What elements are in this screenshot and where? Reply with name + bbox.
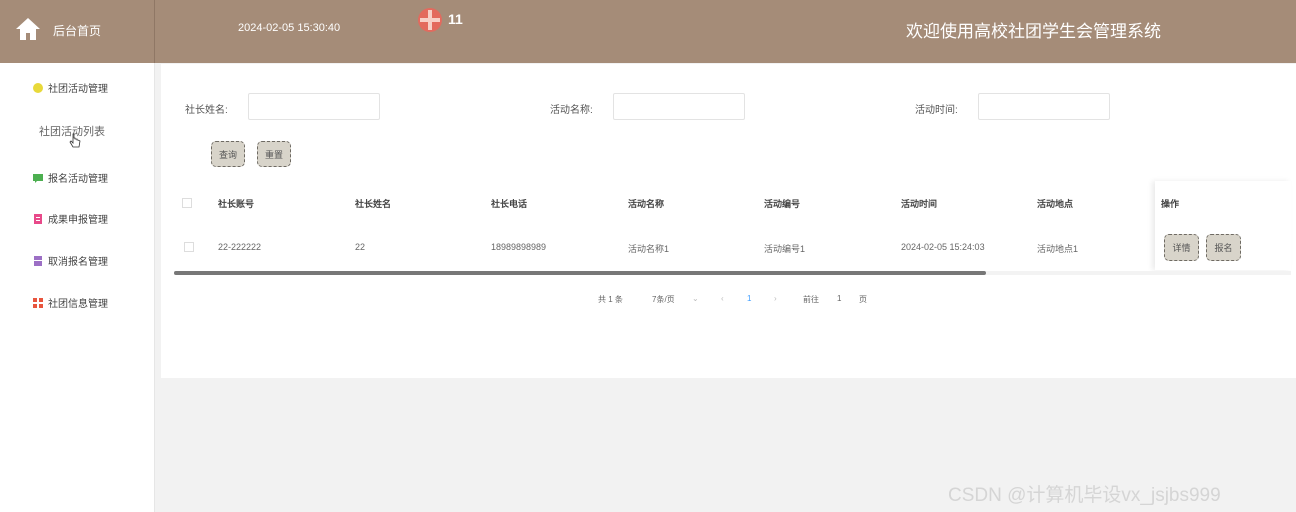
sidebar-item-label: 社团活动管理 [48,84,108,95]
column-header-account: 社长账号 [218,199,255,209]
cell-account: 22-222222 [218,242,262,252]
activity-name-input[interactable] [613,93,745,120]
circle-icon [33,82,43,93]
sidebar-item-label: 取消报名管理 [48,257,108,268]
grid-icon [33,297,43,308]
activity-time-label: 活动时间: [915,105,958,116]
pagination-total: 共 1 条 [598,295,623,304]
reset-button[interactable]: 重置 [257,141,291,167]
sidebar-item-label: 报名活动管理 [48,174,108,185]
sidebar-item-label: 社团信息管理 [48,299,108,310]
notification-count: 11 [448,11,463,27]
cell-activity-no: 活动编号1 [764,244,806,254]
signup-button[interactable]: 报名 [1206,234,1241,261]
sidebar-item-club-info-management[interactable]: 社团信息管理 [33,295,108,310]
detail-button[interactable]: 详情 [1164,234,1199,261]
select-all-checkbox[interactable] [182,198,192,208]
sidebar-item-cancel-signup-management[interactable]: 取消报名管理 [33,253,108,268]
sidebar: 社团活动管理 社团活动列表 报名活动管理 成果申报管理 取消报名管理 社团信息管… [0,63,155,512]
cell-phone: 18989898989 [491,242,547,252]
current-page[interactable]: 1 [747,294,751,303]
message-icon [33,173,43,183]
column-header-activity-time: 活动时间 [901,199,938,209]
column-header-phone: 社长电话 [491,199,528,209]
app-title: 欢迎使用高校社团学生会管理系统 [906,22,1161,41]
president-name-input[interactable] [248,93,380,120]
column-header-operations: 操作 [1161,199,1180,209]
cell-activity-place: 活动地点1 [1037,244,1079,254]
home-label[interactable]: 后台首页 [53,22,101,39]
page-size-chevron-down-icon[interactable]: ⌄ [692,294,699,303]
sidebar-item-achievement-management[interactable]: 成果申报管理 [33,211,108,226]
cell-activity-time: 2024-02-05 15:24:03 [901,242,985,252]
home-link[interactable]: 后台首页 [0,0,155,63]
prev-page-button[interactable]: ‹ [721,294,724,303]
folder-icon [34,255,42,266]
page-size-select[interactable]: 7条/页 [652,294,675,305]
home-icon[interactable] [15,16,41,42]
current-datetime: 2024-02-05 15:30:40 [238,22,341,34]
cell-activity-name: 活动名称1 [628,244,670,254]
activity-time-input[interactable] [978,93,1110,120]
cell-name: 22 [355,242,366,252]
sidebar-item-activity-management[interactable]: 社团活动管理 [33,80,108,95]
pointer-cursor-icon [69,133,81,148]
top-header: 后台首页 2024-02-05 15:30:40 11 欢迎使用高校社团学生会管… [0,0,1296,63]
activity-name-label: 活动名称: [550,105,593,116]
avatar-icon[interactable] [417,7,443,33]
search-button[interactable]: 查询 [211,141,245,167]
watermark: CSDN @计算机毕设vx_jsjbs999 [948,485,1221,506]
column-header-name: 社长姓名 [355,199,392,209]
column-header-activity-no: 活动编号 [764,199,801,209]
sidebar-item-signup-management[interactable]: 报名活动管理 [33,170,108,185]
page-unit-label: 页 [859,295,867,304]
president-name-label: 社长姓名: [185,105,228,116]
column-header-activity-place: 活动地点 [1037,199,1074,209]
document-icon [34,213,42,224]
row-checkbox[interactable] [184,242,194,252]
horizontal-scrollbar-thumb[interactable] [174,271,986,275]
sidebar-item-label: 成果申报管理 [48,215,108,226]
next-page-button[interactable]: › [774,294,777,303]
goto-page-input[interactable]: 1 [837,294,841,303]
goto-label: 前往 [803,295,819,304]
column-header-activity-name: 活动名称 [628,199,665,209]
